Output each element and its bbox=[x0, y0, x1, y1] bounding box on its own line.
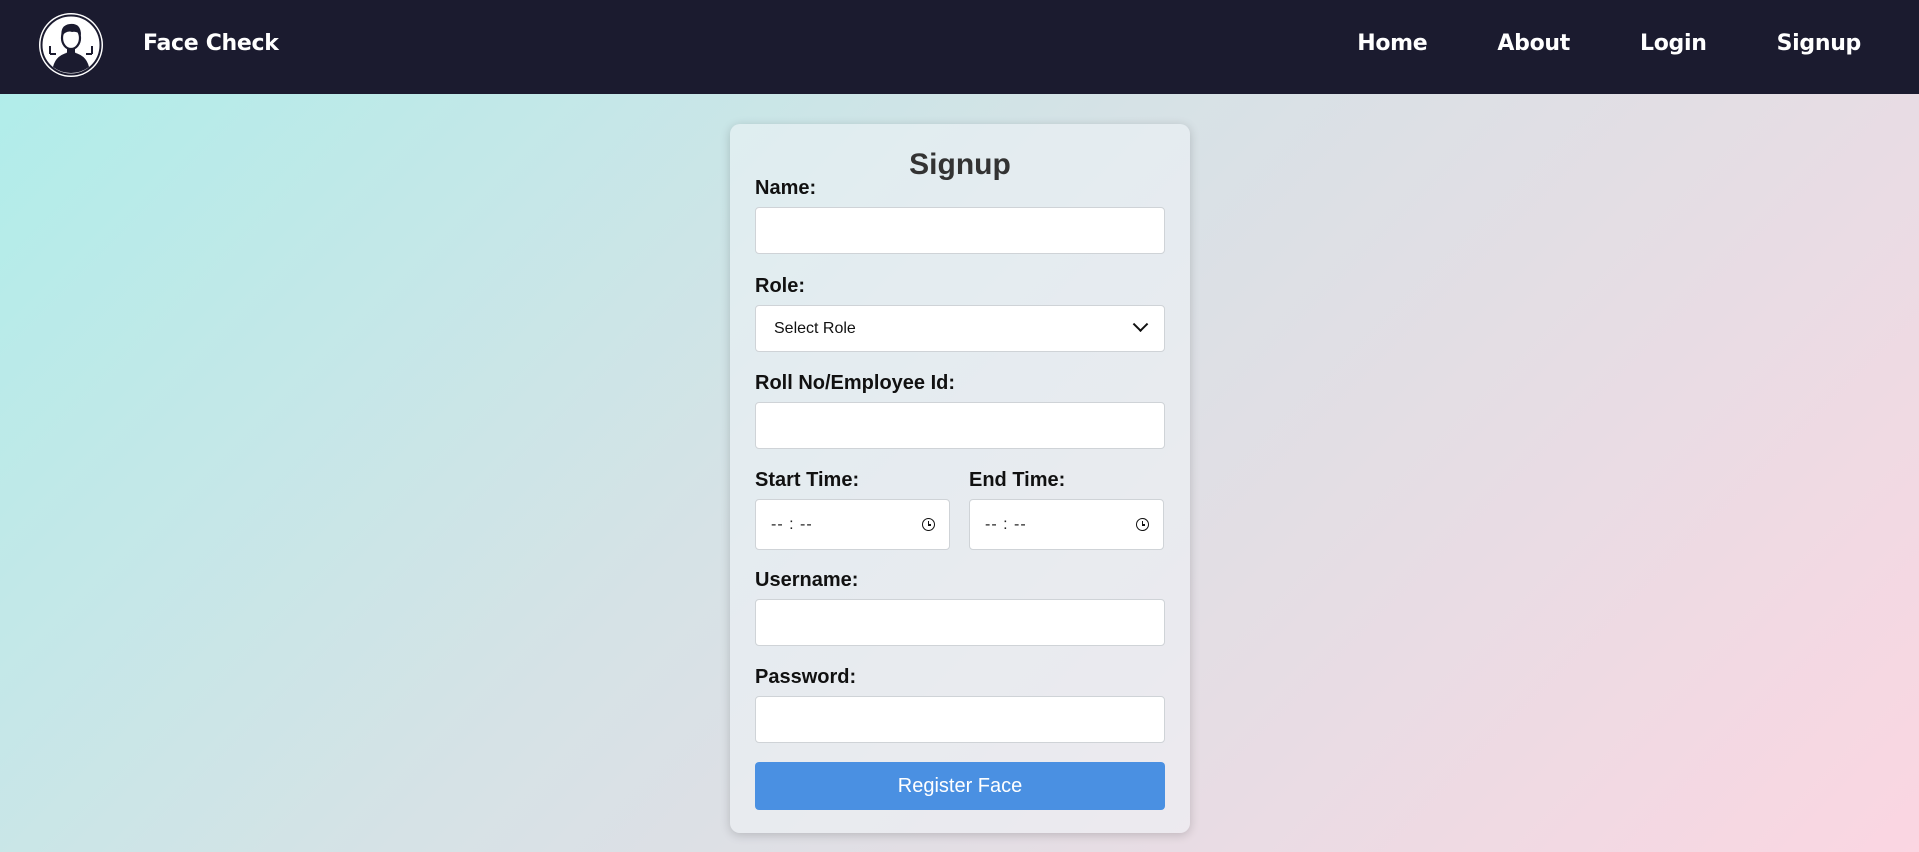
role-selected-value: Select Role bbox=[774, 319, 856, 337]
name-input[interactable] bbox=[755, 207, 1165, 254]
end-time-input[interactable]: -- : -- bbox=[969, 499, 1164, 550]
roll-label: Roll No/Employee Id: bbox=[755, 372, 956, 394]
clock-icon[interactable] bbox=[922, 518, 935, 531]
password-input[interactable] bbox=[755, 696, 1165, 743]
roll-input[interactable] bbox=[755, 402, 1165, 449]
end-time-label: End Time: bbox=[969, 469, 1066, 491]
end-time-placeholder: -- : -- bbox=[985, 515, 1027, 533]
password-label: Password: bbox=[755, 666, 857, 688]
username-input[interactable] bbox=[755, 599, 1165, 646]
nav-signup-link[interactable]: Signup bbox=[1777, 31, 1862, 56]
start-time-label: Start Time: bbox=[755, 469, 860, 491]
username-label: Username: bbox=[755, 569, 859, 591]
brand-title: Face Check bbox=[143, 31, 279, 56]
navbar: Face Check Home About Login Signup bbox=[0, 0, 1919, 94]
start-time-group: Start Time: -- : -- bbox=[755, 470, 950, 550]
start-time-input[interactable]: -- : -- bbox=[755, 499, 950, 550]
role-select[interactable]: Select Role bbox=[755, 305, 1165, 352]
form-title: Signup bbox=[909, 148, 1011, 181]
nav-about-link[interactable]: About bbox=[1497, 31, 1570, 56]
start-time-placeholder: -- : -- bbox=[771, 515, 813, 533]
nav-links: Home About Login Signup bbox=[1287, 31, 1861, 56]
name-label: Name: bbox=[755, 177, 817, 199]
face-scan-icon[interactable] bbox=[39, 13, 103, 77]
role-label: Role: bbox=[755, 275, 805, 297]
register-face-button[interactable]: Register Face bbox=[755, 762, 1165, 810]
nav-login-link[interactable]: Login bbox=[1640, 31, 1707, 56]
signup-card: Signup Name: Role: Select Role Roll No/E… bbox=[730, 124, 1190, 833]
end-time-group: End Time: -- : -- bbox=[969, 470, 1164, 550]
clock-icon[interactable] bbox=[1136, 518, 1149, 531]
time-row: Start Time: -- : -- End Time: -- : -- bbox=[755, 470, 1165, 550]
nav-home-link[interactable]: Home bbox=[1357, 31, 1427, 56]
chevron-down-icon bbox=[1132, 316, 1149, 333]
